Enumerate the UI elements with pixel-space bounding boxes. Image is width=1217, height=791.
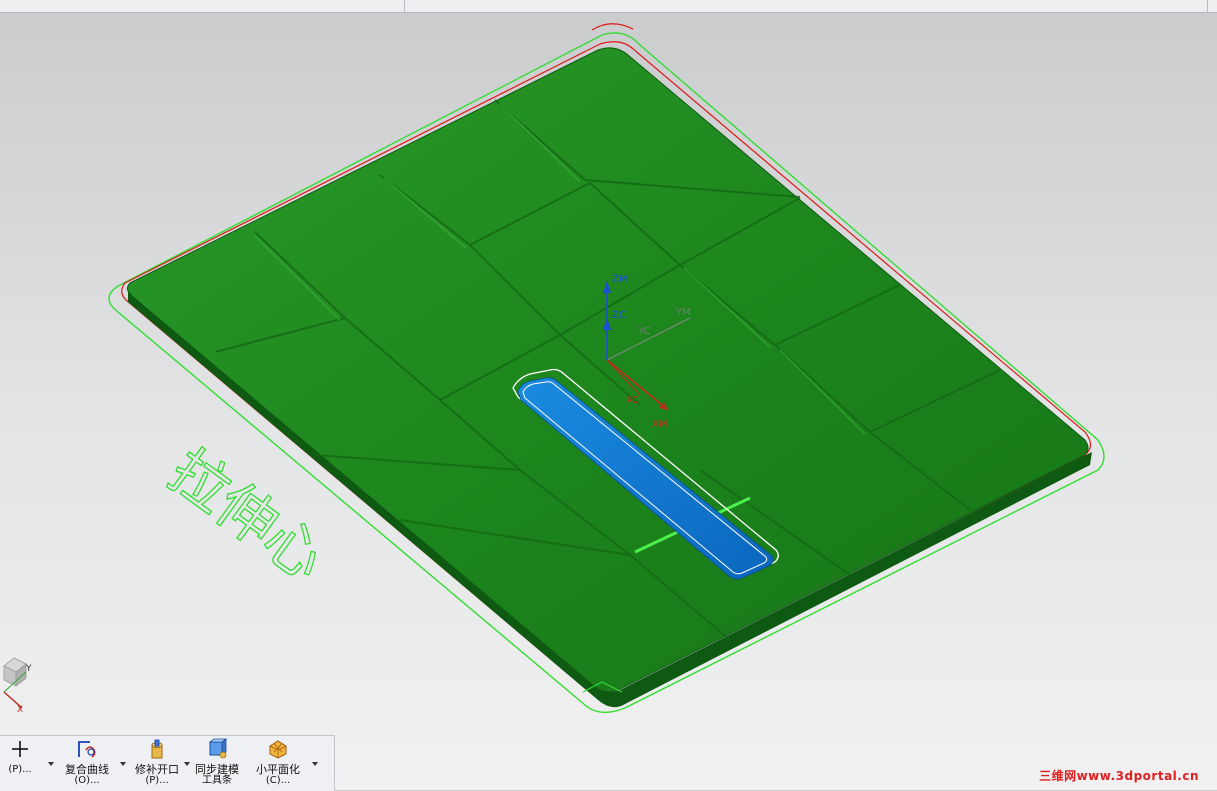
tool-shortcut: (O)... — [74, 775, 100, 786]
synchronous-modeling-icon — [208, 738, 228, 759]
tool-label: 同步建模 — [195, 763, 239, 776]
triad-y-label: Y — [25, 664, 32, 674]
facet-button[interactable]: 小平面化 (C)... — [250, 738, 306, 790]
facet-icon — [269, 740, 287, 759]
composite-curve-icon — [78, 741, 96, 758]
tool-label: 小平面化 — [256, 763, 300, 776]
ym-label: YM — [675, 307, 691, 318]
tool-shortcut: 工具条 — [202, 775, 232, 786]
plus-icon — [12, 741, 28, 757]
view-orientation-triad[interactable]: Y X — [0, 652, 40, 712]
tool-label: 复合曲线 — [65, 763, 109, 776]
synchronous-modeling-button[interactable]: 同步建模 工具条 — [190, 738, 244, 790]
zm-label: ZM — [612, 274, 627, 285]
chevron-down-icon[interactable] — [48, 762, 54, 766]
tool-shortcut: (P)... — [145, 775, 169, 786]
xc-label: XC — [626, 395, 639, 406]
xm-label: XM — [652, 419, 667, 430]
tool-point-button[interactable]: (P)... — [0, 738, 40, 790]
tool-shortcut: (C)... — [265, 775, 291, 786]
zc-label: ZC — [612, 310, 626, 321]
tool-label: 修补开口 — [135, 763, 179, 776]
annotation-text: 拉伸心 — [157, 436, 338, 593]
model-scene: ZM ZC YC YM XC XM 拉伸心 — [108, 23, 1105, 713]
divider — [404, 0, 405, 12]
patch-opening-button[interactable]: 修补开口 (P)... — [130, 738, 184, 790]
tool-shortcut: (P)... — [8, 764, 32, 775]
site-watermark: 三维网www.3dportal.cn — [1039, 769, 1199, 783]
divider — [1207, 0, 1208, 12]
chevron-down-icon[interactable] — [120, 762, 126, 766]
part-top-surface — [126, 47, 1089, 693]
top-arc-marker — [591, 23, 634, 31]
graphics-viewport[interactable]: ZM ZC YC YM XC XM 拉伸心 Y X — [0, 12, 1217, 790]
triad-x-label: X — [17, 705, 23, 712]
chevron-down-icon[interactable] — [312, 762, 318, 766]
patch-opening-icon — [151, 739, 163, 759]
composite-curve-button[interactable]: 复合曲线 (O)... — [58, 738, 116, 790]
feature-toolbar: (P)... 复合曲线 (O)... 修补开口 (P)... 同步建模 工具条 — [0, 735, 335, 791]
yc-label: YC — [637, 326, 651, 337]
